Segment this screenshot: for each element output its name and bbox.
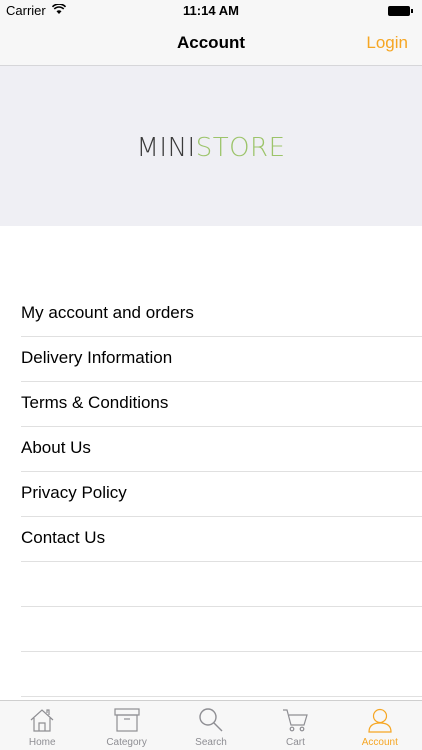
cart-icon <box>281 707 309 738</box>
clock: 11:14 AM <box>183 3 239 18</box>
menu-item-contact[interactable]: Contact Us <box>0 517 422 562</box>
tab-cart[interactable]: Cart <box>253 701 337 750</box>
menu-item-label: Terms & Conditions <box>21 393 169 412</box>
navigation-bar: Account Login <box>0 22 422 66</box>
battery-icon <box>388 6 413 16</box>
menu-item-label: My account and orders <box>21 303 194 322</box>
tab-bar: Home Category Search Cart Account <box>0 700 422 750</box>
login-button[interactable]: Login <box>366 33 408 53</box>
ministore-logo: MINISTORE <box>0 133 422 163</box>
empty-row <box>0 652 422 697</box>
tab-category[interactable]: Category <box>84 701 168 750</box>
status-bar: Carrier 11:14 AM <box>0 0 422 22</box>
logo-store-text: STORE <box>195 133 286 163</box>
empty-row <box>0 607 422 652</box>
tab-label: Account <box>361 737 398 748</box>
page-title: Account <box>177 33 245 52</box>
menu-item-label: About Us <box>21 438 91 457</box>
account-menu: My account and orders Delivery Informati… <box>0 292 422 697</box>
menu-item-label: Privacy Policy <box>21 483 127 502</box>
tab-search[interactable]: Search <box>169 701 253 750</box>
menu-item-label: Contact Us <box>21 528 106 547</box>
tab-label: Cart <box>285 737 305 748</box>
store-banner: MINISTORE <box>0 66 422 226</box>
menu-item-my-account[interactable]: My account and orders <box>0 292 422 337</box>
person-icon <box>366 707 394 738</box>
box-icon <box>113 707 141 738</box>
tab-label: Search <box>195 737 227 748</box>
empty-row <box>0 562 422 607</box>
menu-item-label: Delivery Information <box>21 348 173 367</box>
menu-item-privacy[interactable]: Privacy Policy <box>0 472 422 517</box>
home-icon <box>28 707 56 738</box>
logo-mini-text: MINI <box>136 133 196 163</box>
tab-label: Category <box>106 737 147 748</box>
tab-account[interactable]: Account <box>338 701 422 750</box>
menu-item-delivery[interactable]: Delivery Information <box>0 337 422 382</box>
tab-home[interactable]: Home <box>0 701 84 750</box>
tab-label: Home <box>28 737 56 748</box>
search-icon <box>197 707 225 738</box>
menu-item-terms[interactable]: Terms & Conditions <box>0 382 422 427</box>
menu-item-about[interactable]: About Us <box>0 427 422 472</box>
